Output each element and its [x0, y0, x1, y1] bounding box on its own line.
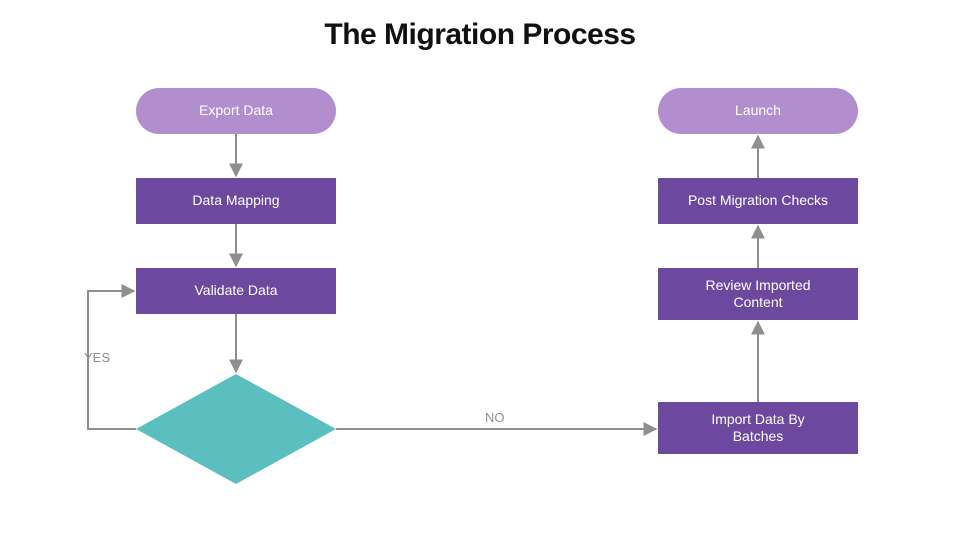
node-label: Invalid Data Or Needs Restructuring	[197, 405, 274, 454]
edge-label-no: NO	[485, 410, 505, 425]
node-label: Post Migration Checks	[688, 192, 828, 210]
node-label: Review Imported Content	[705, 277, 810, 312]
node-label: Import Data By Batches	[711, 411, 804, 446]
node-post: Post Migration Checks	[658, 178, 858, 224]
node-review: Review Imported Content	[658, 268, 858, 320]
node-import: Import Data By Batches	[658, 402, 858, 454]
node-export: Export Data	[136, 88, 336, 134]
edge-label-yes: YES	[84, 350, 110, 365]
node-label: Validate Data	[194, 282, 277, 300]
node-decision: Invalid Data Or Needs Restructuring	[136, 374, 336, 484]
page-title: The Migration Process	[0, 18, 960, 52]
node-mapping: Data Mapping	[136, 178, 336, 224]
node-label: Data Mapping	[192, 192, 279, 210]
node-launch: Launch	[658, 88, 858, 134]
node-label: Export Data	[199, 102, 273, 120]
node-label: Launch	[735, 102, 781, 120]
node-validate: Validate Data	[136, 268, 336, 314]
